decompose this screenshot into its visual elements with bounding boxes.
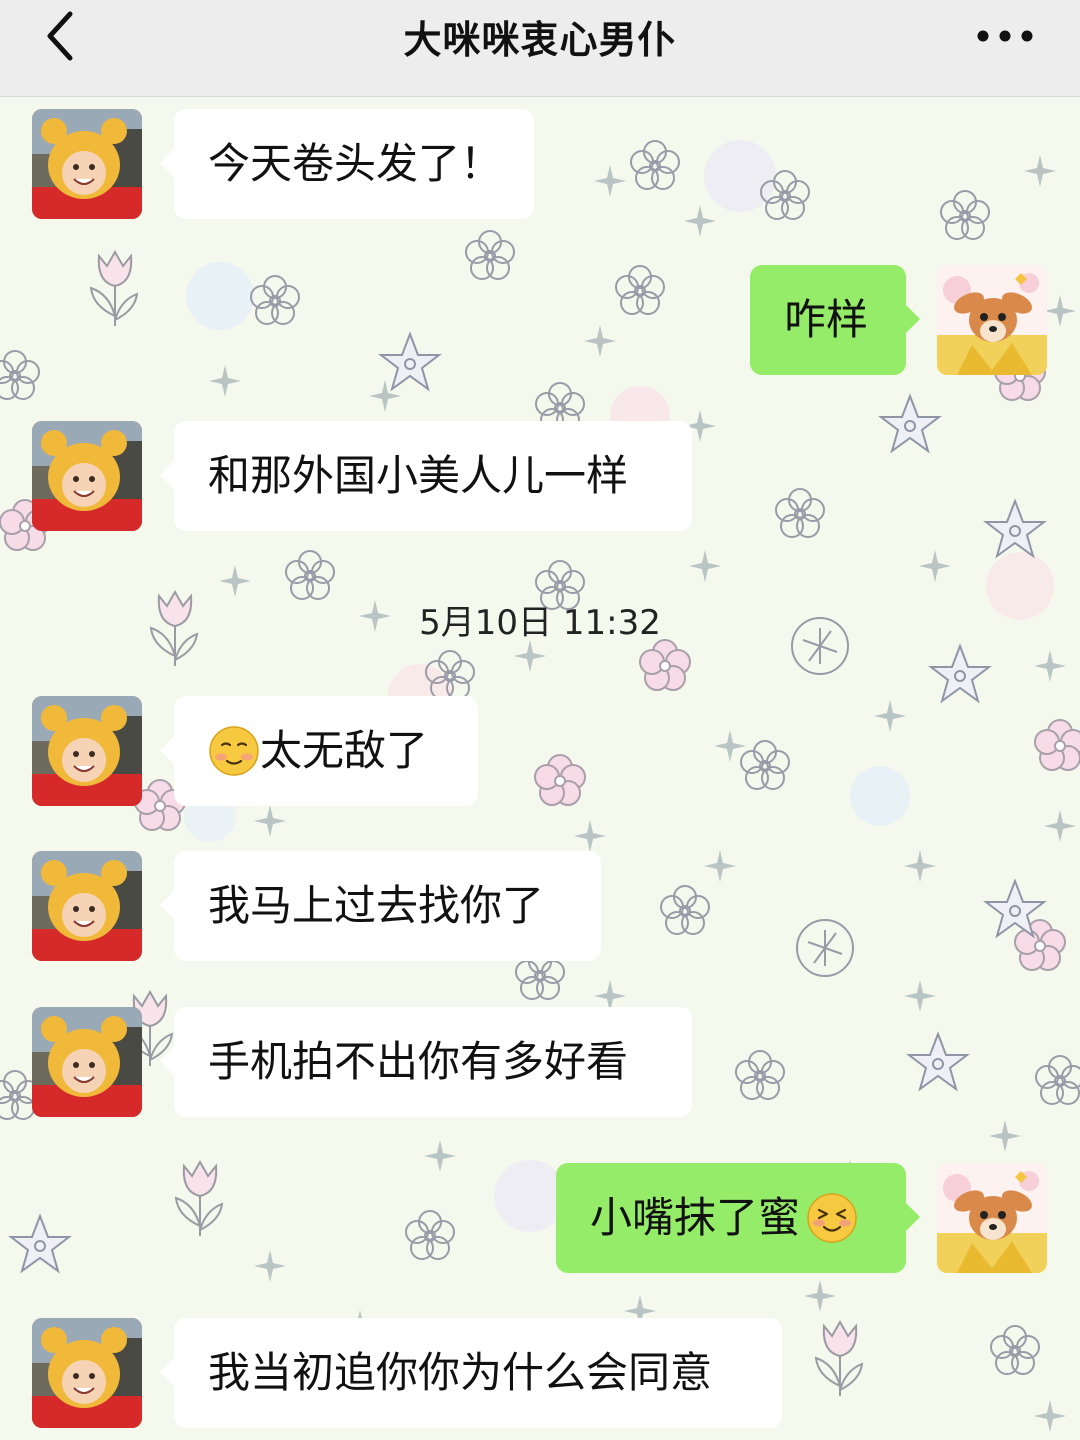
contact-avatar[interactable] (32, 1318, 142, 1428)
message-text: 我马上过去找你了 (208, 881, 545, 930)
chat-header: 大咪咪衷心男仆 (0, 0, 1080, 97)
message-text: 咋样 (784, 295, 869, 344)
message-row: 我当初追你你为什么会同意 (0, 1318, 1080, 1428)
back-button[interactable] (30, 8, 90, 68)
received-message-bubble[interactable]: 我马上过去找你了 (160, 851, 601, 961)
message-text: 手机拍不出你有多好看 (208, 1037, 629, 1086)
message-row: 和那外国小美人儿一样 (0, 421, 1080, 531)
more-horizontal-icon (975, 28, 1035, 48)
chevron-left-icon (40, 8, 80, 68)
received-message-bubble[interactable]: 和那外国小美人儿一样 (160, 421, 692, 531)
message-row: 小嘴抹了蜜 (0, 1163, 1080, 1273)
message-text: 小嘴抹了蜜 (590, 1193, 801, 1242)
my-avatar[interactable] (937, 1163, 1047, 1273)
received-message-bubble[interactable]: 我当初追你你为什么会同意 (160, 1318, 782, 1428)
message-row: 咋样 (0, 265, 1080, 375)
sent-message-bubble[interactable]: 咋样 (750, 265, 920, 375)
message-row: 今天卷头发了！ (0, 109, 1080, 219)
chat-screen: 大咪咪衷心男仆 今天卷头发了！ 咋样 和那外国小美人儿一样 5月10日 11:3… (0, 0, 1080, 1440)
message-row: 太无敌了 (0, 696, 1080, 806)
more-button[interactable] (970, 16, 1040, 60)
sent-message-bubble[interactable]: 小嘴抹了蜜 (556, 1163, 920, 1273)
received-message-bubble[interactable]: 今天卷头发了！ (160, 109, 534, 219)
chat-title: 大咪咪衷心男仆 (403, 18, 677, 62)
flushed-smile-emoji (208, 725, 260, 777)
contact-avatar[interactable] (32, 696, 142, 806)
message-row: 我马上过去找你了 (0, 851, 1080, 961)
message-text: 今天卷头发了！ (208, 139, 503, 188)
message-row: 手机拍不出你有多好看 (0, 1007, 1080, 1117)
shy-blush-emoji (806, 1192, 858, 1244)
contact-avatar[interactable] (32, 421, 142, 531)
message-text: 太无敌了 (260, 726, 429, 775)
message-text: 我当初追你你为什么会同意 (208, 1348, 713, 1397)
received-message-bubble[interactable]: 太无敌了 (160, 696, 478, 806)
contact-avatar[interactable] (32, 109, 142, 219)
message-timestamp: 5月10日 11:32 (419, 603, 661, 643)
received-message-bubble[interactable]: 手机拍不出你有多好看 (160, 1007, 692, 1117)
my-avatar[interactable] (937, 265, 1047, 375)
contact-avatar[interactable] (32, 1007, 142, 1117)
contact-avatar[interactable] (32, 851, 142, 961)
message-text: 和那外国小美人儿一样 (208, 451, 629, 500)
